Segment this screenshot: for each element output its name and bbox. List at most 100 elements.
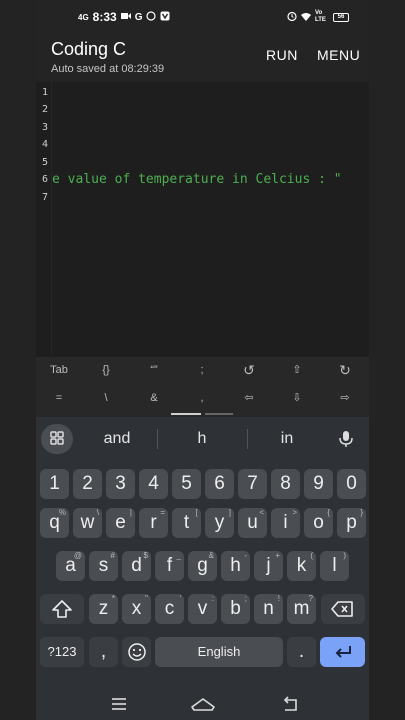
line-number: 5 [41,157,48,168]
backspace-key[interactable] [321,594,365,624]
run-button[interactable]: RUN [266,47,298,63]
enter-key[interactable] [320,637,365,667]
arrow-left-icon[interactable]: ⇦ [229,387,269,409]
key-h[interactable]: h- [221,551,250,581]
equals-key[interactable]: = [39,387,79,409]
key-8[interactable]: 8 [271,469,300,499]
shift-key[interactable] [40,594,84,624]
key-t[interactable]: t[ [172,508,201,538]
key-hint: + [275,551,280,560]
key-label: p [346,512,357,533]
quotes-key[interactable]: “” [134,359,174,381]
key-6[interactable]: 6 [205,469,234,499]
key-x[interactable]: x " [122,594,151,624]
recent-apps-icon[interactable] [109,694,129,714]
key-label: e [115,512,126,533]
key-1[interactable]: 1 [40,469,69,499]
tab-key[interactable]: Tab [39,359,79,381]
code-line[interactable]: 3 [36,120,369,137]
code-text[interactable]: e value of temperature in Celcius : " [52,172,342,187]
key-l[interactable]: l) [320,551,349,581]
arrow-down-icon[interactable]: ⇩ [277,387,317,409]
key-3[interactable]: 3 [106,469,135,499]
symbols-key[interactable]: ?123 [40,637,84,667]
suggestion[interactable]: h [158,417,246,461]
braces-key[interactable]: {} [86,359,126,381]
key-c[interactable]: c ' [155,594,184,624]
menu-button[interactable]: MENU [317,47,360,63]
key-q[interactable]: q% [40,508,69,538]
key-label: h [230,555,241,576]
key-e[interactable]: e | [106,508,135,538]
key-hint: ' [179,594,181,603]
code-line[interactable]: 7 [36,190,369,207]
key-d[interactable]: d $ [122,551,151,581]
key-o[interactable]: o{ [304,508,333,538]
key-b[interactable]: b; [221,594,250,624]
key-g[interactable]: g & [188,551,217,581]
back-icon[interactable] [280,694,300,714]
key-z[interactable]: z * [89,594,118,624]
code-line[interactable]: 2 [36,102,369,119]
whatsapp-icon [146,10,157,24]
redo-icon[interactable]: ↻ [325,359,365,381]
key-u[interactable]: u < [238,508,267,538]
microphone-icon[interactable] [336,429,356,449]
wifi-icon [301,12,311,23]
space-bar[interactable]: English [155,637,283,667]
key-r[interactable]: r = [139,508,168,538]
autosave-status: Auto saved at 08:29:39 [51,63,165,75]
key-p[interactable]: p} [337,508,366,538]
key-a[interactable]: a @ [56,551,85,581]
key-5[interactable]: 5 [172,469,201,499]
home-icon[interactable] [190,694,216,714]
key-7[interactable]: 7 [238,469,267,499]
code-editor[interactable]: 1 2 3 4 5 6 e value of temperature in Ce… [36,82,369,357]
key-hint: - [244,551,247,560]
key-0[interactable]: 0 [337,469,366,499]
period-key[interactable]: . [287,637,316,667]
key-k[interactable]: k( [287,551,316,581]
key-hint: ? [308,594,313,603]
undo-icon[interactable]: ↺ [229,359,269,381]
network-label: 4G [78,12,89,22]
key-y[interactable]: y] [205,508,234,538]
line-number: 6 [41,174,48,185]
code-line[interactable]: 5 [36,155,369,172]
ampersand-key[interactable]: & [134,387,174,409]
key-j[interactable]: j + [254,551,283,581]
key-s[interactable]: s # [89,551,118,581]
key-hint: : [211,594,214,603]
key-hint: } [360,508,363,517]
line-number: 3 [41,122,48,133]
key-2[interactable]: 2 [73,469,102,499]
key-n[interactable]: n! [254,594,283,624]
comma-key[interactable]: , [182,387,222,409]
key-label: u [247,512,258,533]
suggestion[interactable]: in [248,417,326,461]
app-title: Coding C [51,39,127,59]
apps-grid-icon[interactable] [41,424,73,454]
key-i[interactable]: i > [271,508,300,538]
arrow-right-icon[interactable]: ⇨ [325,387,365,409]
line-number: 1 [41,87,48,98]
line-number: 4 [41,139,48,150]
key-hint: ] [228,508,231,517]
key-4[interactable]: 4 [139,469,168,499]
key-w[interactable]: w \ [73,508,102,538]
code-line[interactable]: 1 [36,85,369,102]
emoji-key[interactable] [122,637,151,667]
phone-screen: 4G 8:33 G Vo LTE 56 Coding C Auto saved … [36,0,369,720]
code-line[interactable]: 6 e value of temperature in Celcius : " [36,172,369,189]
key-m[interactable]: m? [287,594,316,624]
arrow-up-icon[interactable]: ⇧ [277,359,317,381]
key-9[interactable]: 9 [304,469,333,499]
key-v[interactable]: v: [188,594,217,624]
backslash-key[interactable]: \ [86,387,126,409]
suggestion[interactable]: and [78,417,156,461]
semicolon-key[interactable]: ; [182,359,222,381]
comma-key[interactable]: , [89,637,118,667]
key-f[interactable]: f _ [155,551,184,581]
status-bar: 4G 8:33 G Vo LTE 56 [36,0,369,34]
code-line[interactable]: 4 [36,137,369,154]
